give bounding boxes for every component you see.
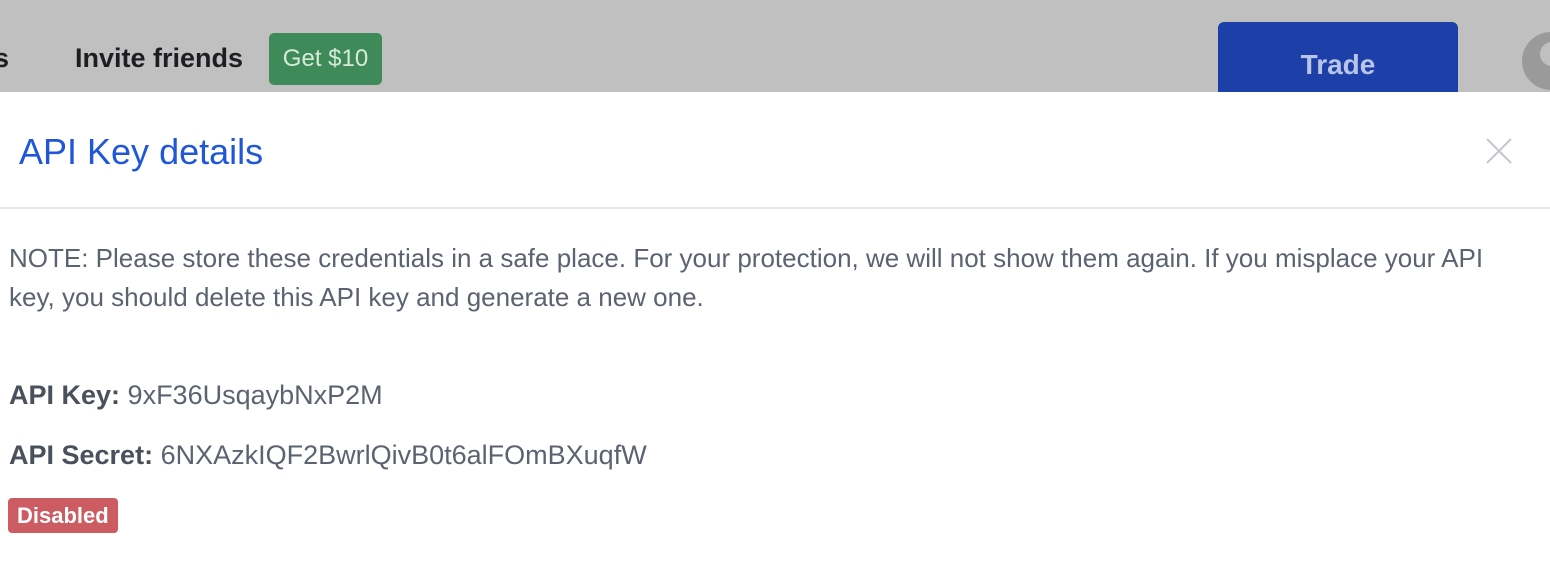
api-key-row: API Key: 9xF36UsqaybNxP2M [9, 377, 383, 413]
api-secret-row: API Secret: 6NXAzkIQF2BwrlQivB0t6alFOmBX… [9, 437, 647, 473]
modal-header: API Key details [0, 92, 1550, 209]
close-icon [1486, 138, 1512, 164]
status-badge: Disabled [8, 498, 118, 533]
nav-item-partial[interactable]: s [0, 40, 9, 76]
api-secret-label: API Secret: [9, 440, 161, 470]
invite-friends-link[interactable]: Invite friends [75, 40, 243, 76]
api-key-value: 9xF36UsqaybNxP2M [127, 380, 383, 410]
modal-title: API Key details [19, 131, 264, 172]
user-avatar-icon[interactable] [1522, 32, 1550, 90]
avatar-head-shape [1540, 42, 1550, 66]
get-reward-badge[interactable]: Get $10 [269, 33, 382, 85]
credentials-note: NOTE: Please store these credentials in … [9, 243, 1484, 312]
api-key-label: API Key: [9, 380, 128, 410]
page: s Invite friends Get $10 Trade API Key d… [0, 0, 1550, 574]
close-button[interactable] [1480, 132, 1518, 170]
api-secret-value: 6NXAzkIQF2BwrlQivB0t6alFOmBXuqfW [160, 440, 647, 470]
trade-button-label: Trade [1300, 49, 1376, 80]
trade-button[interactable]: Trade [1218, 22, 1458, 92]
api-key-details-modal: API Key details NOTE: Please store these… [0, 92, 1550, 574]
top-navigation: s Invite friends Get $10 Trade [0, 0, 1550, 92]
